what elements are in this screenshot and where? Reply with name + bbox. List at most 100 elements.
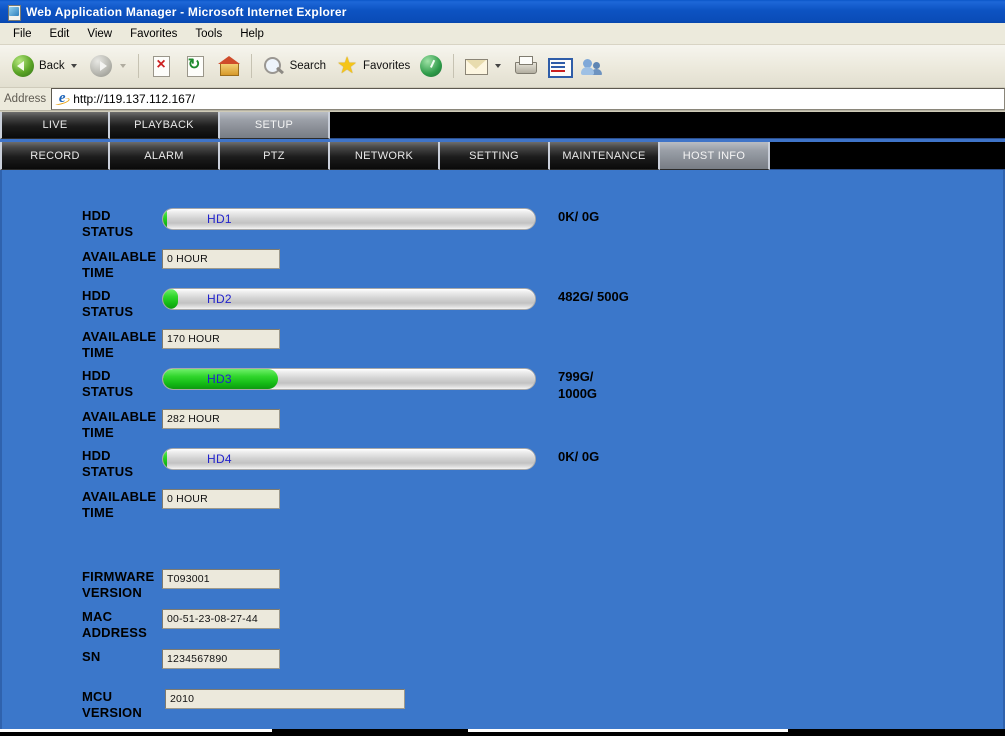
mcu-version-input[interactable]: 2010 [165, 689, 405, 709]
available-time-input-2[interactable]: 170 HOUR [162, 329, 280, 349]
hdd-name-1: HD1 [207, 212, 232, 226]
nav-tab-network[interactable]: NETWORK [330, 142, 440, 170]
menu-item-tools[interactable]: Tools [186, 26, 231, 42]
menubar: File Edit View Favorites Tools Help [0, 23, 1005, 45]
stop-icon [148, 53, 174, 79]
sn-label: SN [82, 649, 101, 664]
web-page: LIVE PLAYBACK SETUP RECORD ALARM PTZ NET… [0, 111, 1005, 736]
hdd-status-row-3: HDD STATUS HD3 799G/ 1000G [2, 368, 1003, 402]
secondary-nav-filler [770, 142, 1005, 170]
refresh-button[interactable] [178, 49, 212, 83]
mcu-version-row: MCU VERSION 2010 [2, 689, 1003, 721]
chevron-down-icon-mail[interactable] [495, 64, 502, 68]
edit-button[interactable] [542, 49, 576, 83]
nav-tab-live[interactable]: LIVE [0, 112, 110, 139]
back-button[interactable]: Back [6, 49, 84, 83]
available-time-row-3: AVAILABLE TIME 282 HOUR [2, 409, 1003, 441]
print-icon [512, 53, 538, 79]
hdd-status-label-4: HDD STATUS [82, 448, 134, 479]
firmware-version-input[interactable]: T093001 [162, 569, 280, 589]
menu-item-view[interactable]: View [78, 26, 121, 42]
messenger-button[interactable] [576, 49, 610, 83]
edit-icon [546, 53, 574, 79]
nav-tab-record[interactable]: RECORD [0, 142, 110, 170]
nav-tab-setting[interactable]: SETTING [440, 142, 550, 170]
hdd-usage-bar-1: HD1 [162, 208, 536, 230]
back-arrow-icon [10, 53, 36, 79]
menu-item-help[interactable]: Help [231, 26, 273, 42]
firmware-version-row: FIRMWARE VERSION T093001 [2, 569, 1003, 601]
mac-address-row: MAC ADDRESS 00-51-23-08-27-44 [2, 609, 1003, 641]
hdd-usage-bar-3: HD3 [162, 368, 536, 390]
stop-button[interactable] [144, 49, 178, 83]
menu-item-edit[interactable]: Edit [41, 26, 79, 42]
address-url-text: http://119.137.112.167/ [73, 92, 195, 106]
home-button[interactable] [212, 49, 246, 83]
primary-nav-filler [330, 112, 1005, 139]
browser-toolbar: Back Search Favorites [0, 45, 1005, 88]
sn-row: SN 1234567890 [2, 649, 1003, 669]
favorites-star-icon [334, 52, 360, 79]
nav-tab-ptz[interactable]: PTZ [220, 142, 330, 170]
home-icon [216, 53, 242, 79]
toolbar-divider [137, 54, 139, 78]
chevron-down-icon[interactable] [70, 64, 77, 68]
mail-button[interactable] [459, 49, 508, 83]
available-time-input-3[interactable]: 282 HOUR [162, 409, 280, 429]
search-button-label: Search [289, 60, 327, 72]
chevron-down-icon-forward[interactable] [119, 64, 126, 68]
page-bottom-strip [0, 729, 1005, 736]
primary-nav: LIVE PLAYBACK SETUP [0, 111, 1005, 139]
mail-icon [463, 53, 489, 79]
hdd-capacity-1: 0K/ 0G [558, 209, 600, 224]
window-titlebar: Web Application Manager - Microsoft Inte… [0, 0, 1005, 23]
nav-tab-setup[interactable]: SETUP [220, 112, 330, 139]
forward-button[interactable] [84, 49, 133, 83]
back-button-label: Back [39, 60, 65, 72]
window-title: Web Application Manager - Microsoft Inte… [26, 4, 347, 19]
hdd-name-3: HD3 [207, 372, 232, 386]
host-info-panel: HDD STATUS HD1 0K/ 0G AVAILABLE TIME 0 H… [0, 170, 1005, 736]
internet-explorer-window: Web Application Manager - Microsoft Inte… [0, 0, 1005, 736]
mac-address-input[interactable]: 00-51-23-08-27-44 [162, 609, 280, 629]
favorites-button-label: Favorites [363, 60, 411, 72]
available-time-label-2: AVAILABLE TIME [82, 329, 157, 360]
menu-item-file[interactable]: File [4, 26, 41, 42]
toolbar-divider-3 [453, 54, 455, 78]
hdd-capacity-3: 799G/ 1000G [558, 369, 598, 401]
available-time-row-1: AVAILABLE TIME 0 HOUR [2, 249, 1003, 281]
available-time-label-1: AVAILABLE TIME [82, 249, 157, 280]
firmware-version-label: FIRMWARE VERSION [82, 569, 155, 600]
favorites-button[interactable]: Favorites [330, 49, 414, 83]
history-button[interactable] [414, 49, 448, 83]
address-label: Address [4, 93, 47, 105]
mac-address-label: MAC ADDRESS [82, 609, 147, 640]
search-button[interactable]: Search [257, 49, 330, 83]
document-page-icon [6, 4, 22, 21]
toolbar-divider-2 [250, 54, 252, 78]
nav-tab-maintenance[interactable]: MAINTENANCE [550, 142, 660, 170]
hdd-status-label-2: HDD STATUS [82, 288, 134, 319]
address-bar: Address http://119.137.112.167/ [0, 88, 1005, 111]
available-time-label-3: AVAILABLE TIME [82, 409, 157, 440]
available-time-label-4: AVAILABLE TIME [82, 489, 157, 520]
print-button[interactable] [508, 49, 542, 83]
nav-tab-host-info[interactable]: HOST INFO [660, 142, 770, 170]
nav-tab-alarm[interactable]: ALARM [110, 142, 220, 170]
sn-input[interactable]: 1234567890 [162, 649, 280, 669]
search-icon [261, 53, 287, 79]
hdd-status-row-1: HDD STATUS HD1 0K/ 0G [2, 208, 1003, 240]
hdd-name-4: HD4 [207, 452, 232, 466]
menu-item-favorites[interactable]: Favorites [121, 26, 186, 42]
messenger-icon [580, 53, 606, 79]
mcu-version-label: MCU VERSION [82, 689, 142, 720]
forward-arrow-icon [88, 53, 114, 79]
history-icon [418, 53, 444, 79]
internet-explorer-icon [54, 89, 70, 107]
nav-tab-playback[interactable]: PLAYBACK [110, 112, 220, 139]
available-time-input-4[interactable]: 0 HOUR [162, 489, 280, 509]
available-time-input-1[interactable]: 0 HOUR [162, 249, 280, 269]
address-input[interactable]: http://119.137.112.167/ [51, 88, 1005, 110]
hdd-status-label-1: HDD STATUS [82, 208, 134, 239]
secondary-nav: RECORD ALARM PTZ NETWORK SETTING MAINTEN… [0, 142, 1005, 170]
